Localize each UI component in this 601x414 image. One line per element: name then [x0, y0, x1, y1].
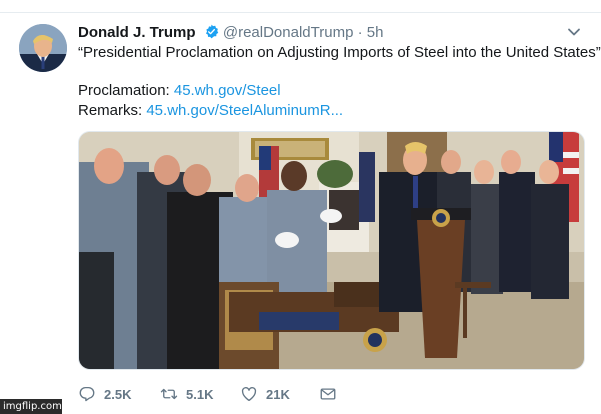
top-divider	[0, 0, 601, 13]
reply-count: 2.5K	[104, 386, 132, 402]
like-action[interactable]: 21K	[240, 384, 290, 404]
chevron-down-icon[interactable]	[566, 24, 582, 40]
avatar[interactable]	[19, 24, 67, 72]
remarks-label: Remarks:	[78, 102, 147, 119]
reply-icon	[79, 386, 95, 402]
header-separator: ·	[357, 24, 363, 41]
envelope-icon	[320, 388, 336, 400]
remarks-line: Remarks: 45.wh.gov/SteelAluminumR...	[78, 101, 583, 121]
retweet-action[interactable]: 5.1K	[160, 384, 213, 404]
retweet-icon	[160, 388, 178, 400]
author-name[interactable]: Donald J. Trump	[78, 24, 196, 41]
reply-action[interactable]: 2.5K	[78, 384, 131, 404]
proclamation-link[interactable]: 45.wh.gov/Steel	[174, 82, 281, 99]
remarks-link[interactable]: 45.wh.gov/SteelAluminumR...	[146, 102, 343, 119]
proclamation-label: Proclamation:	[78, 82, 174, 99]
author-handle[interactable]: @realDonaldTrump	[223, 24, 354, 41]
heart-icon	[241, 387, 257, 402]
message-action[interactable]	[319, 384, 337, 404]
verified-badge-icon	[204, 24, 219, 45]
tweet-header: Donald J. Trump @realDonaldTrump · 5h	[78, 23, 383, 43]
tweet-timestamp[interactable]: 5h	[367, 24, 384, 41]
tweet-photo-image	[79, 132, 584, 369]
proclamation-line: Proclamation: 45.wh.gov/Steel	[78, 81, 583, 101]
tweet-photo[interactable]	[78, 131, 585, 370]
like-count: 21K	[266, 386, 290, 402]
tweet-quote: “Presidential Proclamation on Adjusting …	[78, 44, 601, 61]
tweet-text: “Presidential Proclamation on Adjusting …	[78, 43, 601, 121]
retweet-count: 5.1K	[186, 386, 214, 402]
avatar-image	[19, 24, 67, 72]
imgflip-watermark: imgflip.com	[0, 399, 62, 414]
